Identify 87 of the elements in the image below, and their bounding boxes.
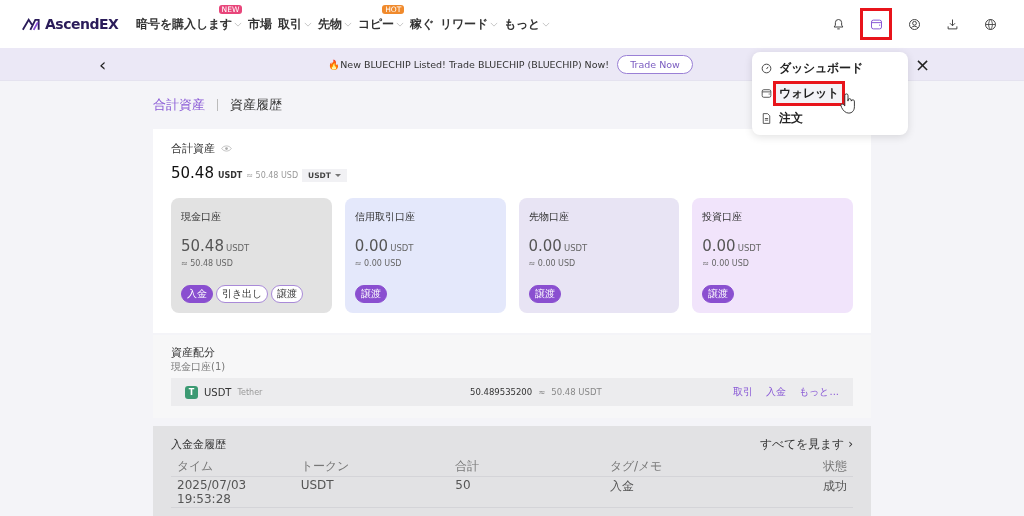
wallet-button[interactable] (860, 8, 892, 40)
account-amount: 0.00 (528, 237, 562, 255)
menu-item[interactable]: ウォレット (773, 81, 845, 106)
token-value: 50.48 USDT (551, 387, 602, 397)
document-icon (760, 112, 773, 125)
amount-unit: USDT (225, 243, 250, 253)
account-action-button[interactable]: 引き出し (216, 285, 268, 303)
wallet-icon (760, 87, 773, 100)
chevron-icon (490, 21, 499, 27)
menu-item[interactable]: ダッシュボード (773, 56, 869, 81)
token-balance: 50.489535200 (470, 387, 533, 397)
approx-value: ≈ 0.00 USD (702, 259, 750, 268)
account-card[interactable]: 信用取引口座 0.00 USDT ≈ 0.00 USD 譲渡 (344, 198, 506, 313)
nav-link[interactable]: 先物 (318, 16, 353, 32)
menu-item[interactable]: 注文 (773, 106, 809, 131)
section-subtitle: 現金口座(1) (171, 360, 227, 374)
nav-link[interactable]: もっと (504, 16, 551, 32)
nav-link[interactable]: コピー (358, 16, 405, 32)
asset-action-link[interactable]: 取引 (733, 385, 754, 399)
view-all-link[interactable]: すべてを見ます › (760, 436, 853, 453)
column-header: タイム (177, 458, 214, 475)
asset-action-link[interactable]: 入金 (766, 385, 787, 399)
section-title: 入金金履歴 (171, 437, 226, 452)
account-action-button[interactable]: 譲渡 (271, 285, 303, 303)
total-amount: 50.48 (171, 164, 214, 182)
section-title: 資産配分 (171, 345, 216, 360)
account-name: 信用取引口座 (354, 210, 416, 224)
table-cell-text: 50 (455, 478, 472, 494)
approx-value: ≈ 50.48 USD (181, 259, 234, 268)
account-amount: 0.00 (702, 237, 736, 255)
asset-action-link[interactable]: もっと... (799, 385, 839, 399)
amount-unit: USDT (390, 243, 414, 253)
column-header: 状態 (822, 458, 847, 475)
column-header: タグ/メモ (609, 458, 663, 475)
account-amount: 50.48 (181, 237, 224, 255)
account-action-button[interactable]: 譲渡 (528, 285, 561, 303)
chevron-icon (396, 21, 405, 27)
previous-button[interactable]: ‹ (95, 53, 111, 75)
nav-link[interactable]: 稼ぐ (410, 16, 435, 32)
approx-value: ≈ 50.48 USD (246, 171, 299, 180)
account-name: 先物口座 (528, 210, 570, 224)
table-cell-text: 入金 (609, 478, 635, 495)
account-card[interactable]: 投資口座 0.00 USDT ≈ 0.00 USD 譲渡 (692, 198, 853, 313)
close-button[interactable]: × (910, 53, 934, 75)
trade-now-button[interactable]: Trade Now (617, 54, 693, 74)
chevron-icon (542, 21, 551, 27)
account-amount: 0.00 (354, 237, 389, 255)
account-action-button[interactable]: 譲渡 (354, 285, 387, 303)
nav-link[interactable]: リワード (440, 16, 499, 32)
gauge-icon (760, 62, 773, 75)
chevron-icon (234, 21, 243, 27)
announcement-text: 🔥New BLUECHIP Listed! Trade BLUECHIP (BLUECHIP) Now! (328, 58, 610, 70)
wallet-icon (868, 16, 884, 32)
page-tab[interactable]: 資産履歴 (230, 96, 282, 114)
account-action-button[interactable]: 入金 (181, 285, 213, 303)
section-title: 合計資産 (171, 141, 215, 156)
account-card[interactable]: 現金口座 50.48 USDT ≈ 50.48 USD 入金 引き出し 譲渡 (171, 198, 332, 313)
account-name: 投資口座 (702, 210, 744, 224)
user-icon (906, 16, 922, 32)
column-header: トークン (300, 458, 350, 475)
amount-unit: USDT (737, 243, 761, 253)
nav-link[interactable]: 暗号を購入します (136, 16, 243, 32)
globe-icon (982, 16, 998, 32)
table-cell-text: USDT (300, 478, 335, 494)
token-name: Tether (237, 387, 263, 397)
nav-link[interactable]: 市場 (248, 16, 273, 32)
approx-sign: ≈ (538, 387, 546, 397)
pointer-hand-icon (840, 93, 856, 114)
table-cell-text: 2025/07/03 19:53:28 (177, 478, 248, 506)
approx-value: ≈ 0.00 USD (354, 259, 403, 268)
amount-unit: USDT (217, 171, 243, 180)
account-action-button[interactable]: 譲渡 (702, 285, 735, 303)
logo-icon[interactable] (22, 17, 42, 31)
token-symbol: USDT (204, 386, 232, 398)
bell-icon (830, 16, 846, 32)
chevron-icon (344, 21, 353, 27)
amount-unit: USDT (563, 243, 588, 253)
column-header: 合計 (455, 458, 481, 475)
logo-text[interactable]: AscendEX (45, 16, 119, 32)
account-card[interactable]: 先物口座 0.00 USDT ≈ 0.00 USD 譲渡 (518, 198, 680, 313)
account-name: 現金口座 (181, 210, 222, 224)
token-icon: T (185, 385, 198, 399)
nav-link[interactable]: 取引 (278, 16, 313, 32)
chevron-icon (304, 21, 313, 27)
approx-value: ≈ 0.00 USD (528, 259, 577, 268)
table-cell-text: 成功 (822, 478, 847, 495)
page-tab[interactable]: 合計資産 (153, 96, 205, 114)
